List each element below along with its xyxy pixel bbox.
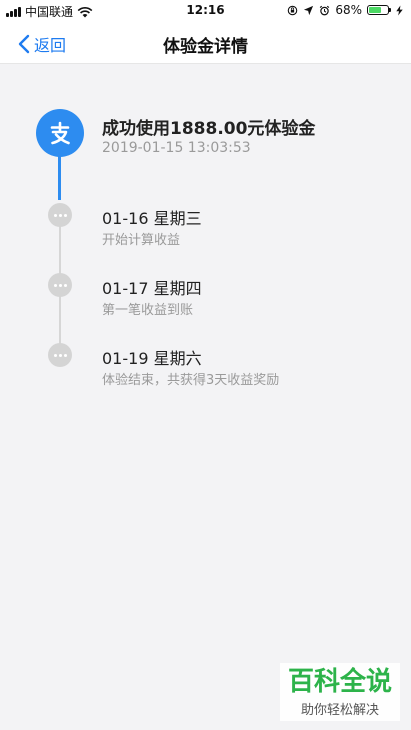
location-icon	[304, 5, 314, 15]
event-desc-1: 开始计算收益	[102, 233, 181, 248]
event-desc-2: 第一笔收益到账	[102, 303, 194, 318]
rotation-lock-icon	[288, 5, 298, 15]
timeline-line-active	[58, 152, 61, 200]
status-right: 68%	[287, 3, 405, 17]
screen: 中国联通 12:16 68% 返回 体验金详情 成功使用1888.00元体验金 …	[0, 0, 411, 730]
nav-bar: 返回 体验金详情	[0, 22, 411, 64]
event-date-3: 01-19 星期六	[102, 349, 202, 368]
page-title: 体验金详情	[163, 37, 248, 57]
alarm-icon	[320, 5, 330, 15]
event-date-1: 01-16 星期三	[102, 209, 202, 228]
alipay-logo-icon	[36, 109, 84, 157]
timeline-dot-3	[48, 343, 72, 367]
charging-icon	[396, 4, 403, 16]
alipay-glyph	[50, 121, 70, 145]
main-event-title: 成功使用1888.00元体验金	[102, 119, 316, 139]
battery-icon	[367, 5, 391, 15]
event-desc-3: 体验结束，共获得3天收益奖励	[102, 373, 280, 388]
watermark-title: 百科全说	[287, 666, 392, 697]
timeline-dot-1	[48, 203, 72, 227]
event-date-2: 01-17 星期四	[102, 279, 202, 298]
timeline-dot-2	[48, 273, 72, 297]
battery-percent: 68%	[335, 3, 362, 17]
battery-fill	[369, 7, 382, 13]
watermark-subtitle: 助你轻松解决	[300, 702, 379, 718]
main-event-time: 2019-01-15 13:03:53	[102, 140, 251, 156]
watermark: 百科全说 助你轻松解决	[280, 663, 400, 721]
status-bar: 中国联通 12:16 68%	[0, 0, 411, 22]
